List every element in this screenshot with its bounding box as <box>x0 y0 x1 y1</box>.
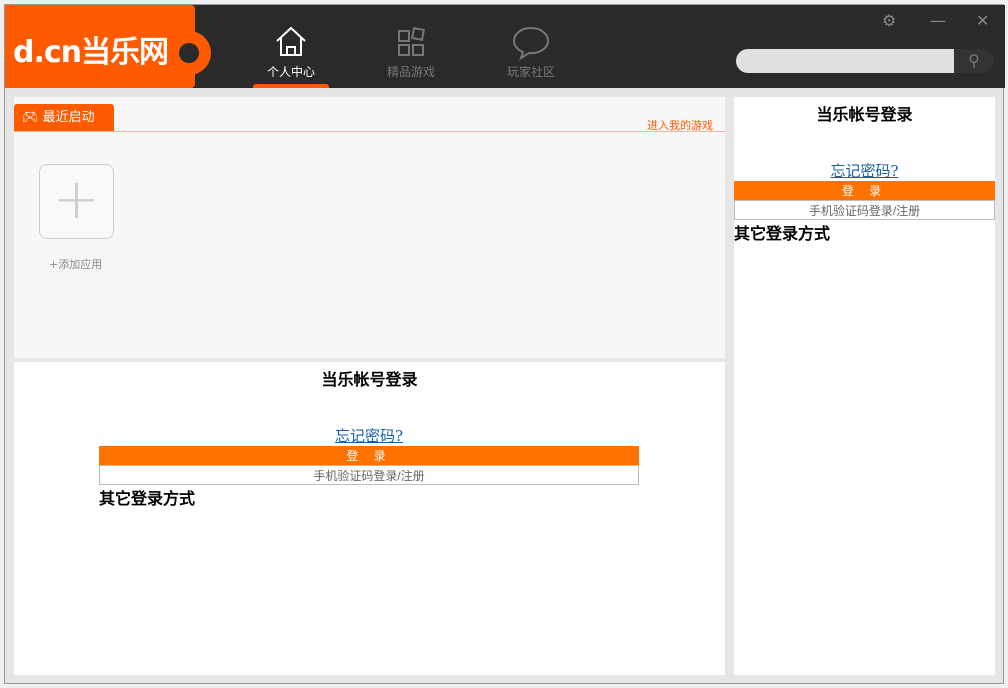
add-app-label: +添加应用 <box>49 258 103 271</box>
forgot-password-link[interactable]: 忘记密码? <box>734 160 995 181</box>
header: d.cn当乐网 个人中心 精品游戏 玩家社区 ⚙ — ✕ ⚲ <box>5 5 1005 88</box>
settings-icon[interactable]: ⚙ <box>882 11 896 30</box>
other-login-label: 其它登录方式 <box>99 489 196 508</box>
minimize-button[interactable]: — <box>930 11 946 30</box>
search-box: ⚲ <box>736 49 994 73</box>
tab-community[interactable]: 玩家社区 <box>493 5 569 88</box>
login-panel-side: 当乐帐号登录 忘记密码? 登 录 手机验证码登录/注册 其它登录方式 <box>734 97 995 675</box>
home-icon <box>276 26 306 56</box>
apps-icon <box>398 27 425 56</box>
search-input[interactable] <box>736 49 954 73</box>
login-button[interactable]: 登 录 <box>734 181 995 200</box>
other-login-label: 其它登录方式 <box>734 224 831 243</box>
login-panel-main: 当乐帐号登录 忘记密码? 登 录 手机验证码登录/注册 其它登录方式 <box>14 362 725 675</box>
chat-bubble-icon <box>512 26 550 61</box>
phone-login-button[interactable]: 手机验证码登录/注册 <box>99 465 639 485</box>
search-icon[interactable]: ⚲ <box>954 49 994 73</box>
login-button[interactable]: 登 录 <box>99 446 639 465</box>
enter-my-games-link[interactable]: 进入我的游戏 <box>647 117 713 133</box>
app-window: d.cn当乐网 个人中心 精品游戏 玩家社区 ⚙ — ✕ ⚲ 🎮︎ 最近启动 进… <box>4 4 1005 684</box>
recent-tab[interactable]: 🎮︎ 最近启动 <box>14 104 114 131</box>
tab-featured-games[interactable]: 精品游戏 <box>373 5 449 88</box>
tab-personal-center[interactable]: 个人中心 <box>253 5 329 88</box>
forgot-password-link[interactable]: 忘记密码? <box>99 425 639 446</box>
logo: d.cn当乐网 <box>5 5 211 88</box>
recent-panel: 🎮︎ 最近启动 进入我的游戏 + +添加应用 <box>14 97 725 358</box>
add-app-button[interactable]: + <box>39 164 114 239</box>
close-button[interactable]: ✕ <box>976 11 989 30</box>
gamepad-icon: 🎮︎ <box>22 110 43 125</box>
phone-login-button[interactable]: 手机验证码登录/注册 <box>734 200 995 220</box>
